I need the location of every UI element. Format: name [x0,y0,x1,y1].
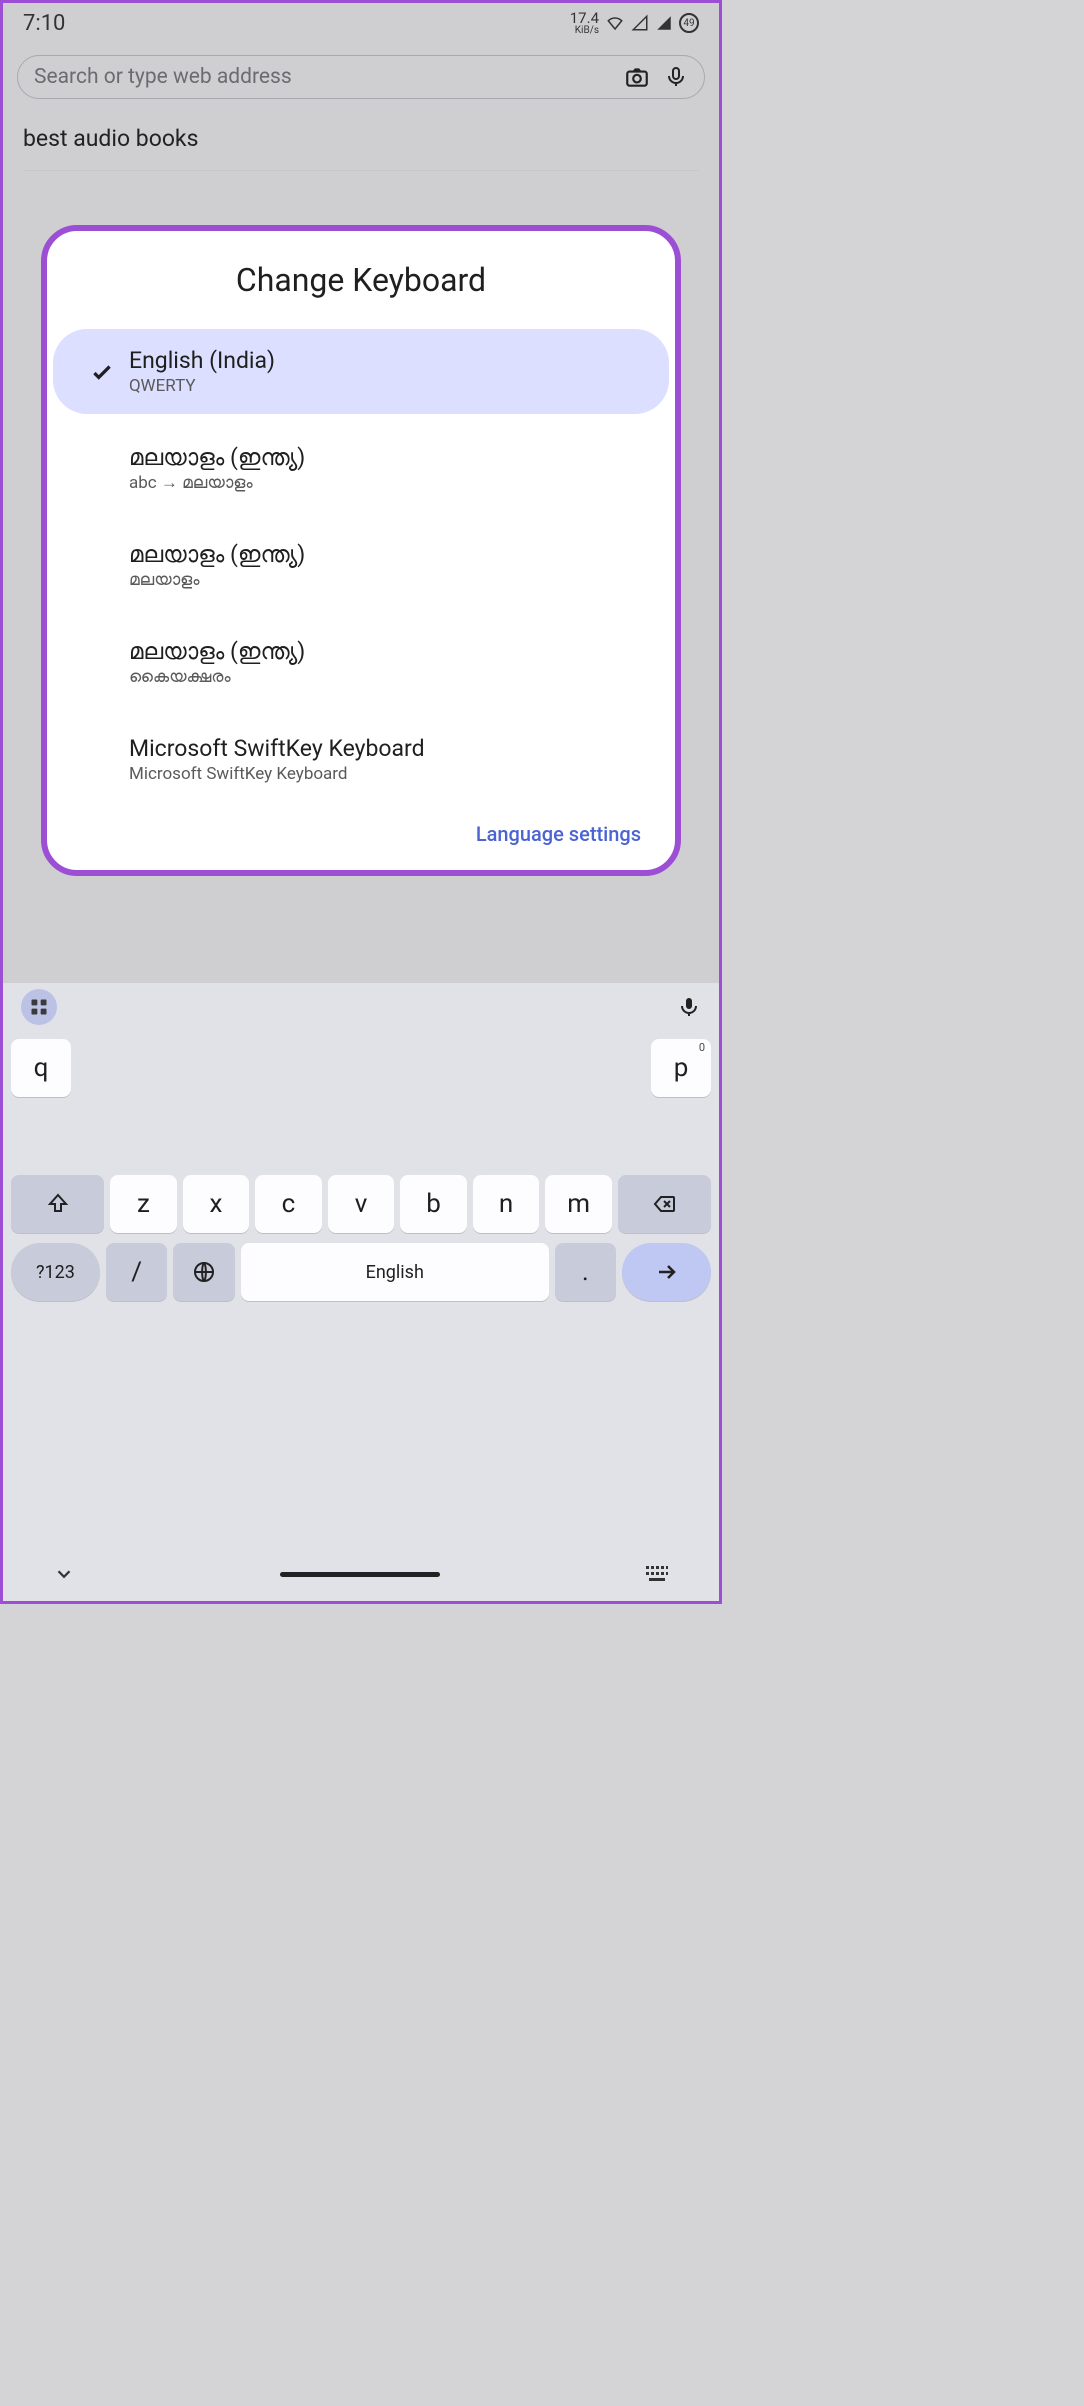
keyboard-option-sub: abc → മലയാളം [129,473,305,493]
keyboard-option-english[interactable]: English (India) QWERTY [53,329,669,414]
keyboard-option-sub: QWERTY [129,376,275,396]
keyboard-option-sub: കൈയക്ഷരം [129,667,305,687]
keyboard-option-malayalam-translit[interactable]: മലയാളം (ഇന്ത്യ) abc → മലയാളം [53,426,669,511]
keyboard-option-name: Microsoft SwiftKey Keyboard [129,735,425,762]
keyboard-option-name: മലയാളം (ഇന്ത്യ) [129,638,305,665]
check-icon [79,359,125,385]
keyboard-option-name: മലയാളം (ഇന്ത്യ) [129,541,305,568]
keyboard-option-sub: മലയാളം [129,570,305,590]
keyboard-option-name: English (India) [129,347,275,374]
keyboard-option-swiftkey[interactable]: Microsoft SwiftKey Keyboard Microsoft Sw… [53,717,669,802]
language-settings-link[interactable]: Language settings [476,808,675,852]
keyboard-option-malayalam-native[interactable]: മലയാളം (ഇന്ത്യ) മലയാളം [53,523,669,608]
keyboard-option-malayalam-handwriting[interactable]: മലയാളം (ഇന്ത്യ) കൈയക്ഷരം [53,620,669,705]
keyboard-option-sub: Microsoft SwiftKey Keyboard [129,764,425,784]
change-keyboard-dialog: Change Keyboard English (India) QWERTY മ… [41,225,681,876]
dialog-title: Change Keyboard [47,261,675,299]
keyboard-option-name: മലയാളം (ഇന്ത്യ) [129,444,305,471]
